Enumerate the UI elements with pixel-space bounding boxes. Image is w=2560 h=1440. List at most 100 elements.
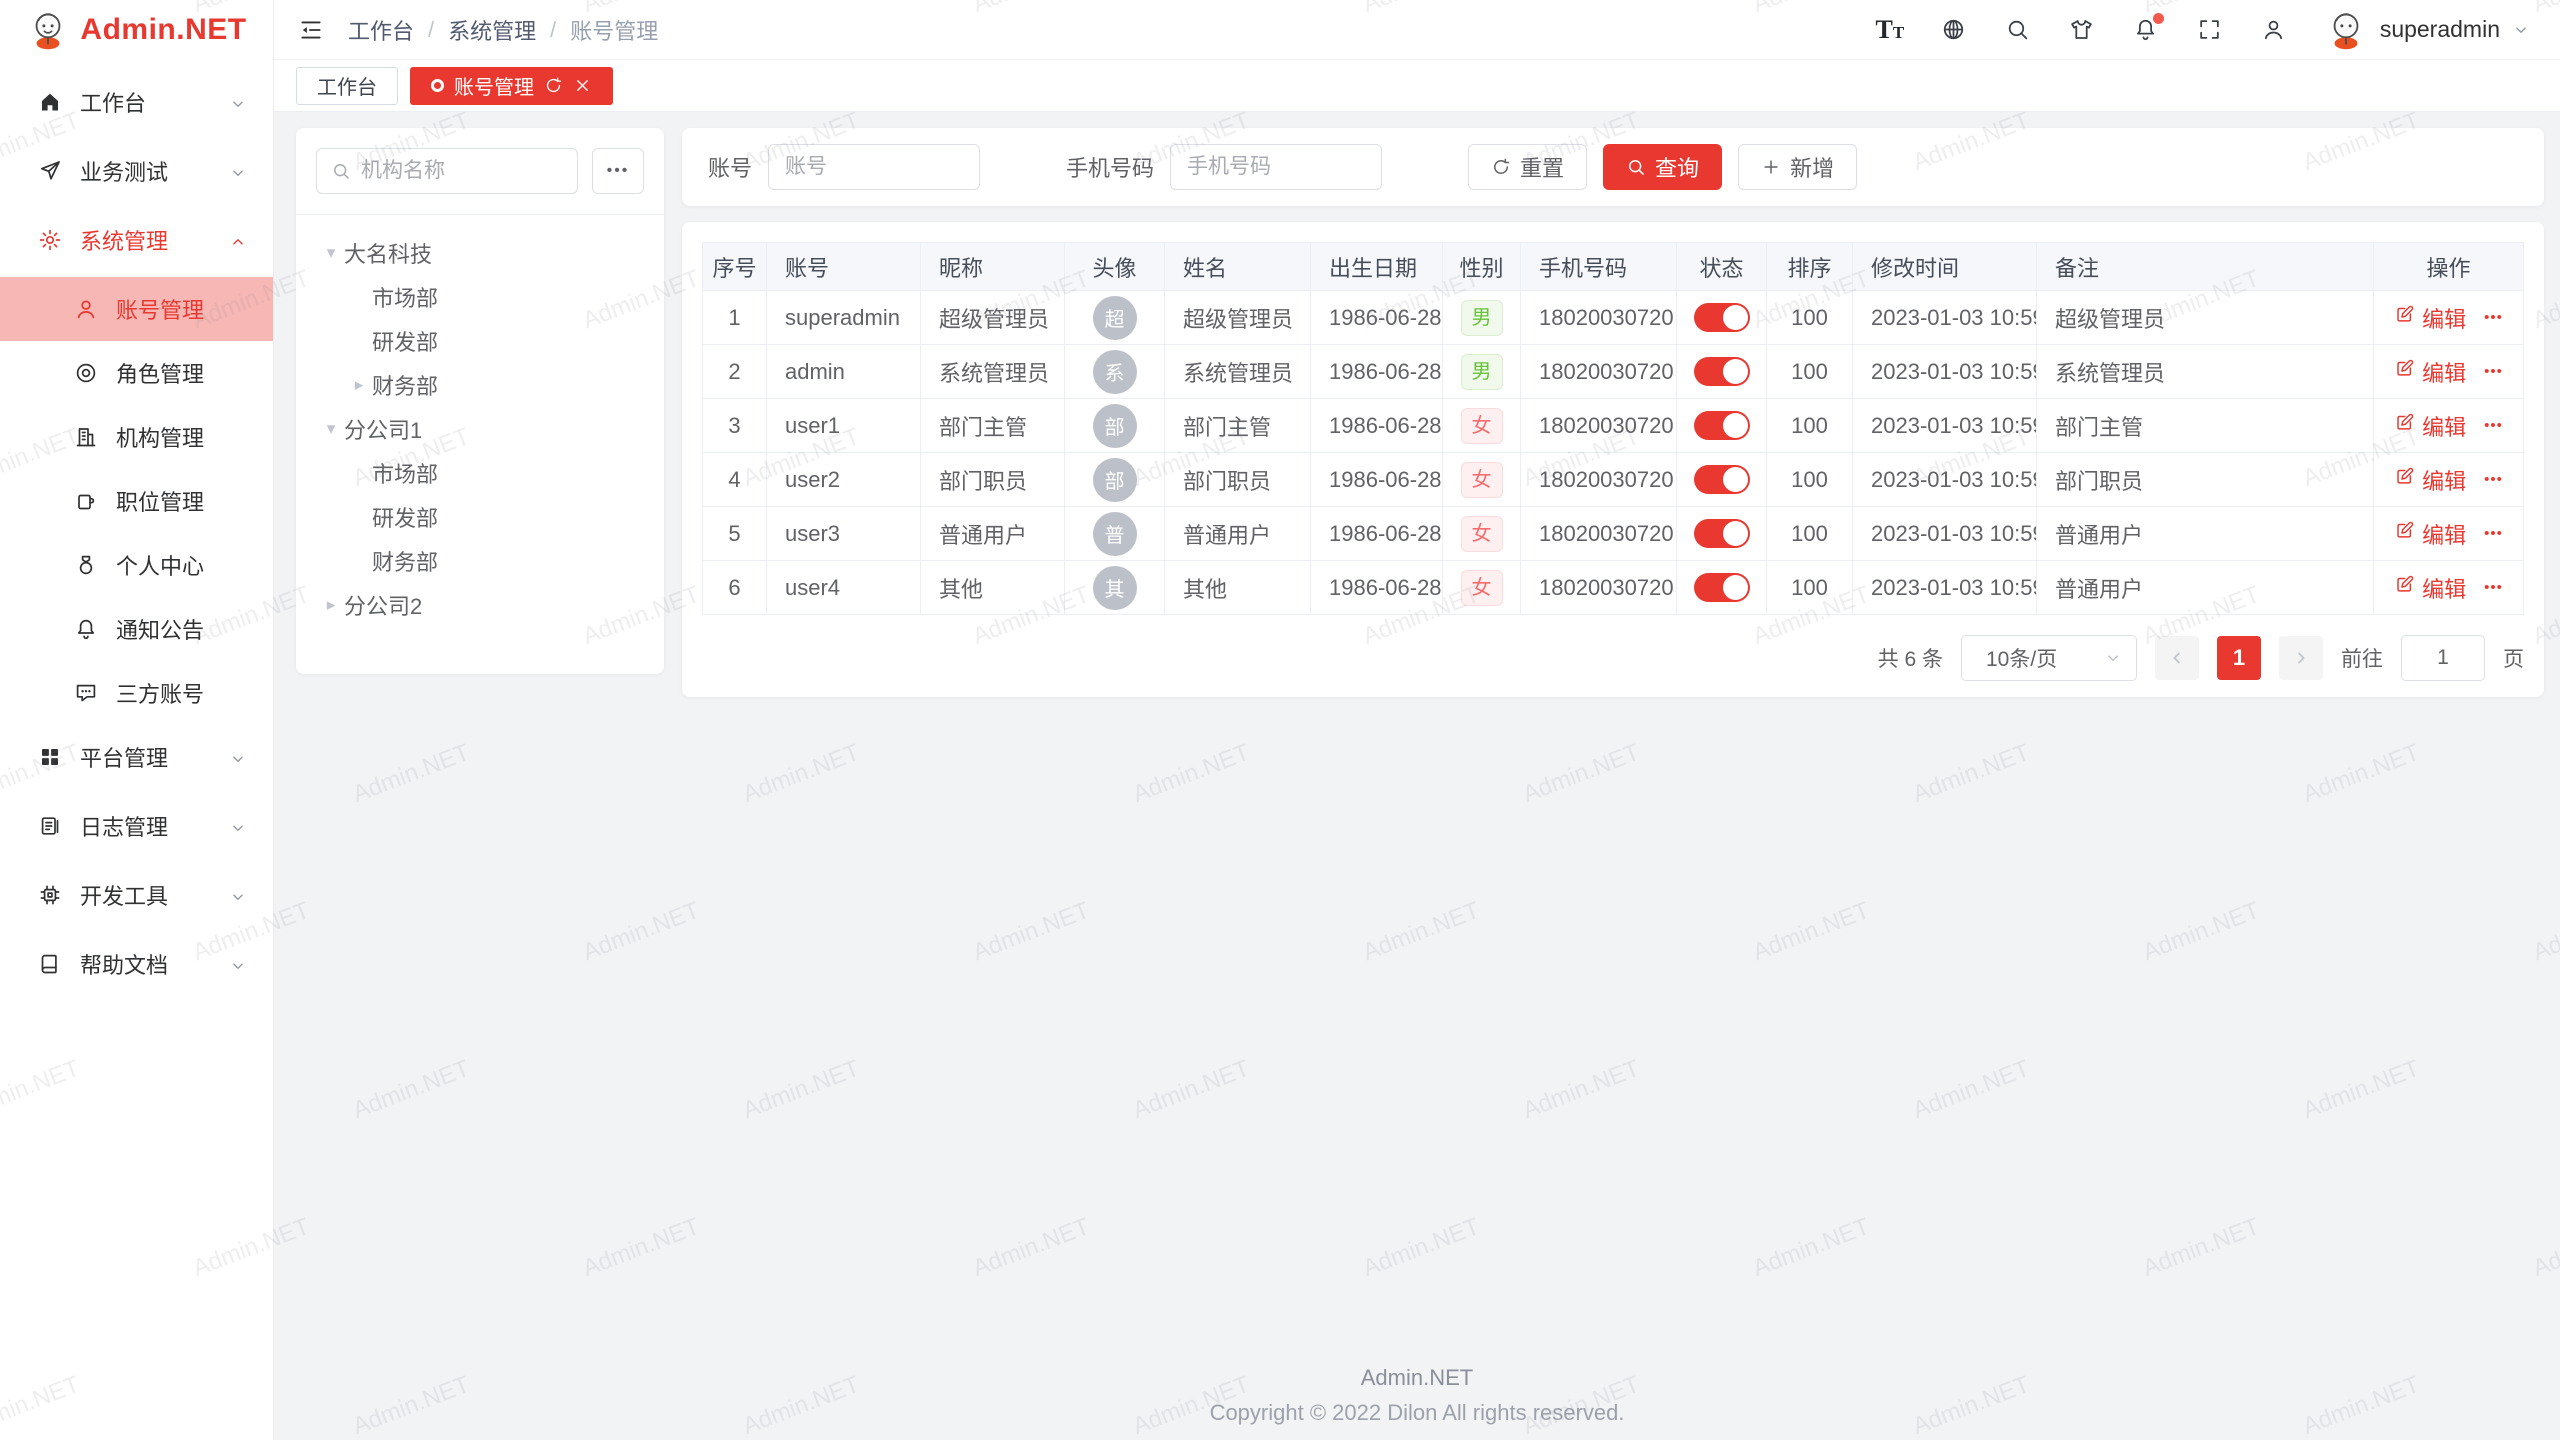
row-more-button[interactable]: ••• [2484,363,2503,380]
reset-button[interactable]: 重置 [1468,144,1587,190]
tree-node-大名科技[interactable]: ▾大名科技 [296,231,664,275]
query-button[interactable]: 查询 [1603,144,1722,190]
tree-caret-icon[interactable]: ▸ [318,595,344,615]
status-toggle[interactable] [1694,357,1750,386]
edit-button[interactable]: 编辑 [2394,410,2466,442]
sidebar-subitem-通知公告[interactable]: 通知公告 [0,597,273,661]
tree-node-分公司2[interactable]: ▸分公司2 [296,583,664,627]
mascot-logo-icon [26,8,70,52]
tree-node-label: 大名科技 [344,237,432,269]
add-button[interactable]: 新增 [1738,144,1857,190]
sidebar-subitem-角色管理[interactable]: 角色管理 [0,341,273,405]
goto-page-input[interactable] [2401,635,2485,681]
sidebar-subitem-label: 个人中心 [116,549,204,581]
menu-fold-icon[interactable] [298,15,328,45]
avatar: 系 [1093,350,1137,394]
sidebar-item-开发工具[interactable]: 开发工具 [0,863,273,927]
chevron-down-icon [229,162,247,180]
edit-button[interactable]: 编辑 [2394,518,2466,550]
fullscreen-icon[interactable] [2196,16,2224,44]
tree-caret-icon[interactable]: ▾ [318,243,344,263]
row-more-button[interactable]: ••• [2484,525,2503,542]
sidebar-subitem-职位管理[interactable]: 职位管理 [0,469,273,533]
search-icon[interactable] [2004,16,2032,44]
tree-node-研发部[interactable]: 研发部 [296,319,664,363]
row-more-button[interactable]: ••• [2484,471,2503,488]
cell-actions: 编辑 ••• [2374,453,2524,507]
sidebar-item-日志管理[interactable]: 日志管理 [0,794,273,858]
edit-button[interactable]: 编辑 [2394,572,2466,604]
edit-button[interactable]: 编辑 [2394,464,2466,496]
sidebar-item-帮助文档[interactable]: 帮助文档 [0,932,273,996]
cell-gender: 男 [1443,291,1521,345]
font-size-icon[interactable]: TT [1876,16,1904,44]
prev-page-button[interactable] [2155,636,2199,680]
breadcrumb-item-工作台[interactable]: 工作台 [348,14,414,46]
cell-birthday: 1986-06-28 [1311,561,1443,615]
cell-avatar: 部 [1065,453,1165,507]
gear-icon [38,227,64,253]
chevron-down-icon [229,886,247,904]
cell-avatar: 普 [1065,507,1165,561]
cell-name: 超级管理员 [1165,291,1311,345]
sidebar: Admin.NET 工作台业务测试系统管理账号管理角色管理机构管理职位管理个人中… [0,0,274,1440]
cell-seq: 5 [703,507,767,561]
table-row-user1: 3user1部门主管部部门主管1986-06-28女18020030720100… [703,399,2524,453]
sidebar-item-系统管理[interactable]: 系统管理 [0,208,273,272]
sidebar-subitem-个人中心[interactable]: 个人中心 [0,533,273,597]
tree-node-财务部[interactable]: ▸财务部 [296,363,664,407]
org-more-button[interactable]: ••• [592,148,644,194]
edit-button[interactable]: 编辑 [2394,356,2466,388]
account-label: 账号 [708,151,752,183]
breadcrumb-item-系统管理[interactable]: 系统管理 [448,14,536,46]
tree-caret-icon[interactable]: ▸ [346,375,372,395]
status-toggle[interactable] [1694,303,1750,332]
tree-caret-icon[interactable]: ▾ [318,419,344,439]
status-toggle[interactable] [1694,519,1750,548]
column-header-昵称: 昵称 [921,243,1065,291]
tree-node-分公司1[interactable]: ▾分公司1 [296,407,664,451]
tab-close-icon[interactable] [573,76,592,95]
logo[interactable]: Admin.NET [0,0,273,60]
sidebar-item-工作台[interactable]: 工作台 [0,70,273,134]
cell-name: 普通用户 [1165,507,1311,561]
sidebar-subitem-账号管理[interactable]: 账号管理 [0,277,273,341]
profile-icon[interactable] [2260,16,2288,44]
edit-button[interactable]: 编辑 [2394,302,2466,334]
chevron-down-icon [229,748,247,766]
tab-账号管理[interactable]: 账号管理 [410,67,613,105]
account-input[interactable] [768,144,980,190]
sidebar-subitem-三方账号[interactable]: 三方账号 [0,661,273,725]
cell-birthday: 1986-06-28 [1311,453,1443,507]
tree-node-研发部[interactable]: 研发部 [296,495,664,539]
column-header-序号: 序号 [703,243,767,291]
status-toggle[interactable] [1694,411,1750,440]
status-toggle[interactable] [1694,573,1750,602]
user-menu[interactable]: superadmin [2324,8,2530,52]
phone-input[interactable] [1170,144,1382,190]
chevron-down-icon [229,817,247,835]
org-search-input[interactable] [361,159,563,183]
page-size-select[interactable]: 10条/页 [1961,635,2137,681]
tab-refresh-icon[interactable] [544,76,563,95]
tree-node-label: 分公司1 [344,413,422,445]
next-page-button[interactable] [2279,636,2323,680]
sidebar-item-业务测试[interactable]: 业务测试 [0,139,273,203]
cell-phone: 18020030720 [1521,345,1677,399]
row-more-button[interactable]: ••• [2484,309,2503,326]
status-toggle[interactable] [1694,465,1750,494]
tree-node-市场部[interactable]: 市场部 [296,275,664,319]
sidebar-item-平台管理[interactable]: 平台管理 [0,725,273,789]
page-number-1[interactable]: 1 [2217,636,2261,680]
row-more-button[interactable]: ••• [2484,579,2503,596]
tree-node-财务部[interactable]: 财务部 [296,539,664,583]
edit-icon [2394,466,2415,493]
column-header-排序: 排序 [1767,243,1853,291]
notifications-icon[interactable] [2132,16,2160,44]
row-more-button[interactable]: ••• [2484,417,2503,434]
sidebar-subitem-机构管理[interactable]: 机构管理 [0,405,273,469]
tree-node-市场部[interactable]: 市场部 [296,451,664,495]
tab-工作台[interactable]: 工作台 [296,67,398,105]
language-icon[interactable] [1940,16,1968,44]
theme-icon[interactable] [2068,16,2096,44]
